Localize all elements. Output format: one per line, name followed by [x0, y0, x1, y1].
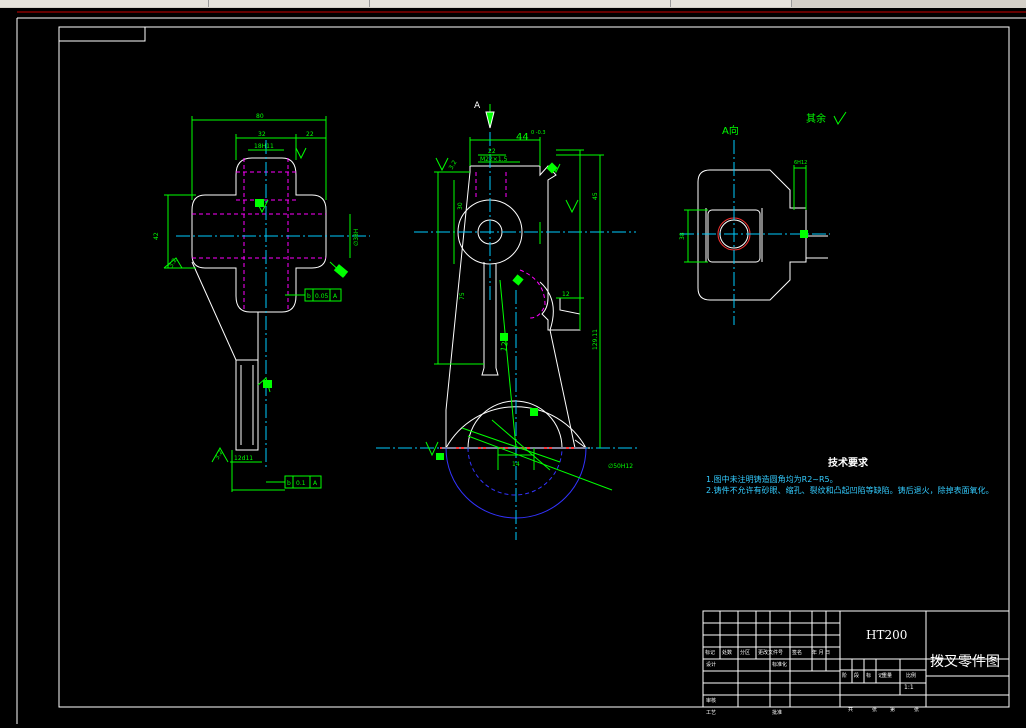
tb-weight-label: 重量: [882, 673, 893, 679]
middle-view-dimensions: [425, 137, 613, 491]
datum-b-label-2: b: [287, 480, 291, 487]
left-view-centerlines: [176, 140, 370, 470]
tb-row-label-4: 签名: [792, 650, 803, 656]
surface-finish-note: 其余: [806, 112, 826, 125]
dim-left-roughness-b: 3.2: [214, 449, 225, 461]
dim-mid-roughness: 3.2: [448, 159, 459, 171]
tech-requirements-title: 技术要求: [828, 458, 868, 469]
dim-mid-h1: 30: [457, 202, 464, 210]
tech-requirement-line-2: 2.铸件不允许有砂眼、缩孔、裂纹和凸起凹陷等缺陷。铸后退火，除掉表面氧化。: [706, 486, 994, 495]
drawing-svg: 80 32 22 18H11 42 ∅38H 12d11 3.2 3.2 b 0…: [16, 11, 1026, 724]
frame-code-box: [58, 26, 146, 42]
dim-left-tol2: 0.1: [296, 480, 306, 487]
tb-row-label-1: 处数: [722, 650, 733, 656]
dim-mid-hole: M22×1.5: [480, 156, 508, 163]
tb-mid-label-3: 批准: [772, 710, 783, 716]
tb-sheet-label-1: 张: [872, 707, 878, 713]
tb-row-label-5: 年 月 日: [812, 650, 831, 656]
dim-mid-base: 14: [512, 461, 520, 468]
dim-mid-h4: 129.11: [592, 329, 599, 350]
datum-b-label-1: b: [307, 293, 311, 300]
tb-row-label-2: 分区: [740, 650, 751, 656]
dim-mid-top: 44: [516, 132, 529, 143]
datum-a-label-2: A: [313, 480, 318, 487]
tb-left-label-design: 设计: [706, 662, 717, 668]
tb-scale-label: 比例: [906, 673, 917, 679]
cad-drawing-canvas[interactable]: 80 32 22 18H11 42 ∅38H 12d11 3.2 3.2 b 0…: [0, 8, 1026, 724]
dim-left-dia: ∅38H: [353, 229, 360, 246]
dim-left-slot: 12d11: [234, 455, 253, 462]
tb-left-label-review: 审核: [706, 698, 717, 704]
tb-mid-label-0: 标准化: [772, 662, 788, 668]
dim-left-tol1: 0.05: [315, 293, 329, 300]
app-tab-3[interactable]: [370, 0, 671, 7]
section-label-a: A: [474, 101, 481, 111]
title-block-material: HT200: [866, 628, 908, 642]
dim-left-height: 42: [153, 232, 160, 240]
dim-mid-sub: 22: [488, 148, 496, 155]
dim-mid-radius: ∅50H12: [608, 463, 633, 470]
tb-sheet-label-0: 共: [848, 707, 854, 713]
left-view-labels: 80 32 22 18H11 42 ∅38H 12d11 3.2 3.2 b 0…: [153, 113, 360, 487]
middle-view-right-edge: [539, 281, 576, 449]
section-arrow-a: [485, 111, 495, 129]
middle-view-hidden-lines: [475, 172, 546, 319]
dim-mid-h3: 45: [592, 192, 599, 200]
dim-right-slot: 6H12: [794, 160, 807, 166]
title-block-scale: 1:1: [904, 684, 914, 691]
app-tab-4[interactable]: [671, 0, 792, 7]
tb-left-label-process: 工艺: [706, 710, 717, 716]
dim-mid-top-tol: 0 -0.3: [531, 130, 546, 136]
app-tab-1[interactable]: [0, 0, 209, 7]
view-label-a: A向: [722, 124, 739, 137]
left-view: [163, 116, 370, 492]
tb-sheet-label-3: 张: [914, 707, 920, 713]
dim-left-overall: 80: [256, 113, 264, 120]
tb-stage-label-2: 标: [866, 673, 872, 679]
left-view-arm: [191, 261, 259, 451]
right-view-outline: [697, 169, 807, 301]
datum-a-label-1: A: [333, 293, 338, 300]
tb-row-label-0: 标记: [705, 650, 716, 656]
dim-left-bore: 18H11: [254, 143, 274, 150]
dim-mid-angle: 12°: [499, 337, 510, 353]
tech-requirement-line-1: 1.图中未注明铸造圆角均为R2~R5。: [706, 475, 838, 484]
middle-view: [376, 104, 640, 540]
right-view-labels: A向 其余 38 6H12: [679, 112, 826, 240]
dim-mid-h2: 75: [459, 292, 466, 300]
middle-view-top-right: [470, 165, 581, 331]
tb-stage-label-1: 段: [854, 673, 860, 679]
drawing-frame: [58, 26, 1010, 708]
app-tab-2[interactable]: [209, 0, 370, 7]
tb-sheet-label-2: 第: [890, 707, 896, 713]
tb-row-label-3: 更改文件号: [758, 650, 784, 656]
dim-left-sub1: 32: [258, 131, 266, 138]
dim-right-w: 38: [679, 232, 686, 240]
tb-stage-label-0: 阶: [842, 673, 848, 679]
dim-left-sub2: 22: [306, 131, 314, 138]
right-view: [680, 111, 847, 325]
dim-mid-offset: 12: [562, 291, 570, 298]
left-view-tolerance-frames: [284, 288, 342, 489]
title-block-part-name: 拨叉零件图: [930, 654, 1000, 670]
